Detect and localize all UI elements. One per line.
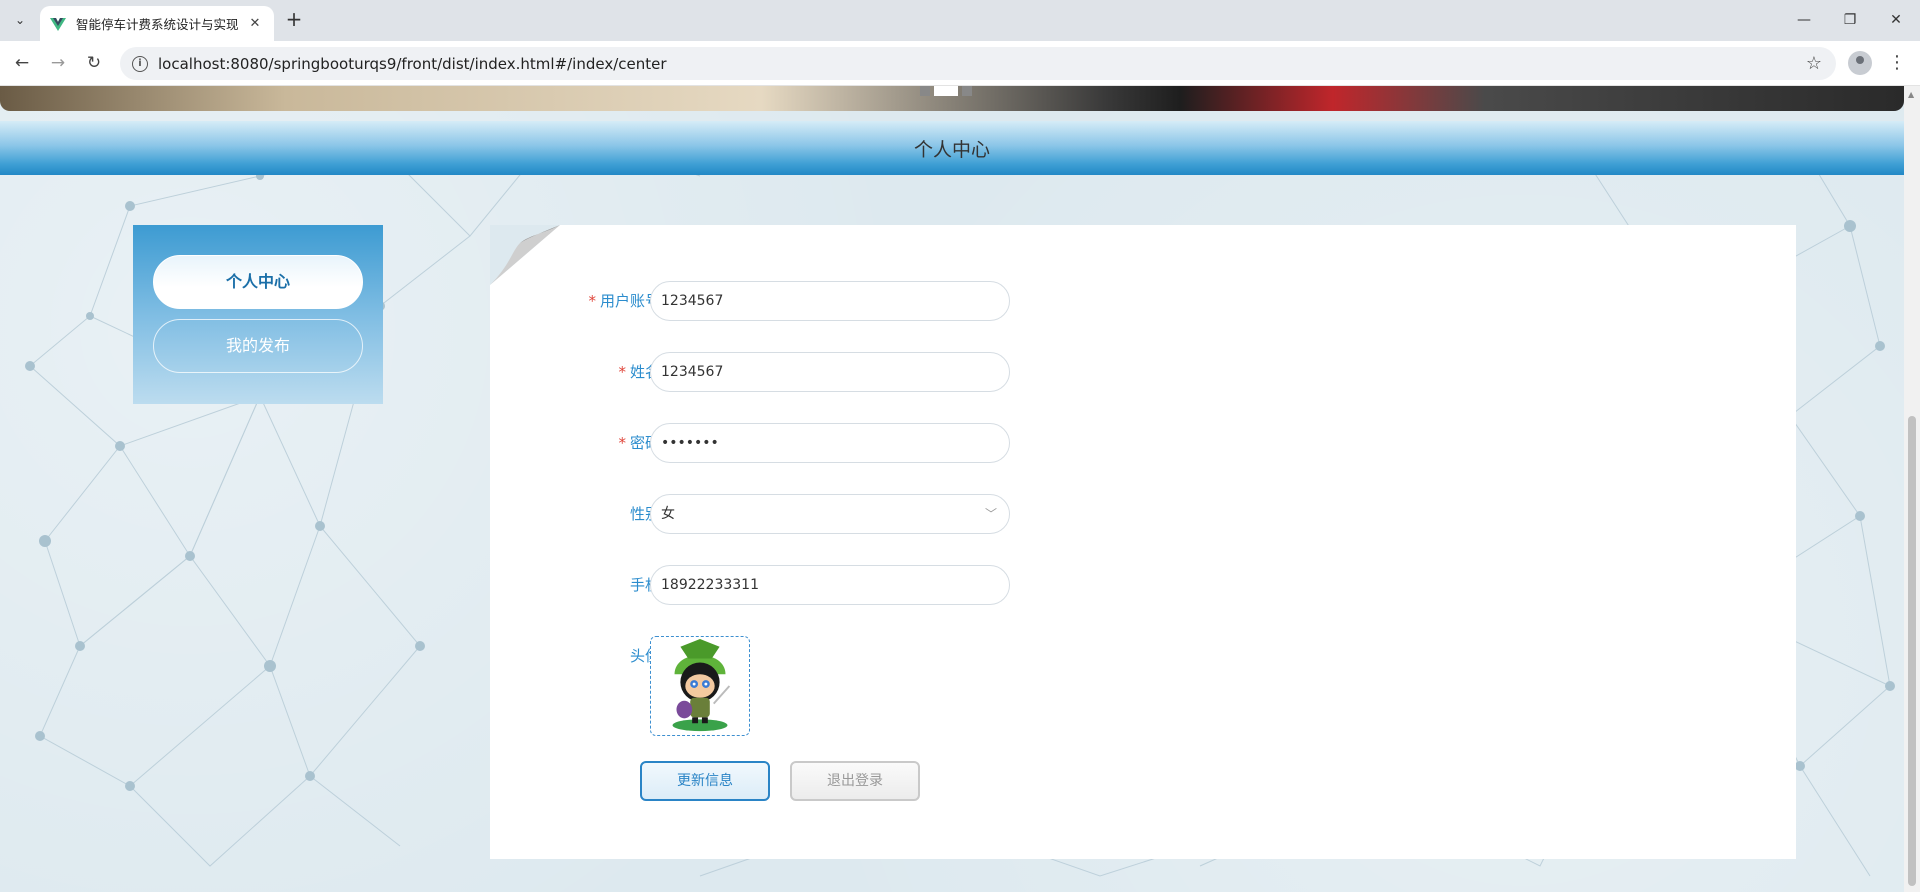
sidebar: 个人中心 我的发布 (133, 225, 383, 404)
window-close-icon[interactable]: ✕ (1884, 9, 1908, 31)
browser-tab[interactable]: 智能停车计费系统设计与实现 ✕ (40, 6, 274, 41)
name-input[interactable] (650, 352, 1010, 392)
browser-menu-icon[interactable]: ⋮ (1888, 51, 1906, 75)
phone-input[interactable] (650, 565, 1010, 605)
account-input[interactable] (650, 281, 1010, 321)
form-row-avatar: 头像 (490, 636, 1010, 736)
bookmark-star-icon[interactable]: ☆ (1806, 53, 1822, 74)
profile-form-panel: *用户账号 *姓名 *密码 ••••••• 性别 女 ﹀ 手机 头像 (490, 225, 1796, 859)
form-row-password: * 密码 ••••••• (490, 423, 1010, 463)
form-actions: 更新信息 退出登录 (490, 761, 1190, 801)
carousel-indicators (920, 86, 972, 96)
carousel-dot[interactable] (920, 86, 930, 96)
minimize-icon[interactable]: — (1792, 9, 1816, 31)
url-field[interactable]: i localhost:8080/springbooturqs9/front/d… (120, 47, 1836, 80)
logout-button[interactable]: 退出登录 (790, 761, 920, 801)
page-title: 个人中心 (913, 138, 990, 161)
avatar-upload[interactable] (650, 636, 750, 736)
form-row-account: * 用户账号 (490, 281, 1010, 321)
back-icon[interactable]: ← (10, 51, 34, 75)
tab-close-icon[interactable]: ✕ (246, 16, 264, 31)
url-text: localhost:8080/springbooturqs9/front/dis… (158, 54, 667, 73)
scrollbar-thumb[interactable] (1908, 416, 1916, 886)
page-curl-decoration (490, 225, 560, 285)
password-input[interactable]: ••••••• (650, 423, 1010, 463)
form-row-phone: 手机 (490, 565, 1010, 605)
new-tab-icon[interactable]: + (282, 9, 306, 31)
profile-avatar-icon[interactable] (1848, 51, 1872, 75)
address-bar: ← → ↻ i localhost:8080/springbooturqs9/f… (0, 41, 1920, 86)
sidebar-item-my-posts[interactable]: 我的发布 (153, 319, 363, 373)
page-content: 个人中心 个人中心 我的发布 *用户账号 *姓名 *密码 ••••••• 性别 (0, 86, 1904, 892)
vue-logo-icon (50, 17, 66, 31)
gender-select[interactable]: 女 ﹀ (650, 494, 1010, 534)
carousel-dot[interactable] (962, 86, 972, 96)
section-header: 个人中心 (0, 121, 1904, 175)
site-info-icon[interactable]: i (132, 55, 148, 72)
browser-tab-strip: ⌄ 智能停车计费系统设计与实现 ✕ + — ❐ ✕ (0, 0, 1920, 41)
required-mark: * (618, 363, 626, 381)
carousel-dot-active[interactable] (934, 86, 958, 96)
sidebar-item-profile[interactable]: 个人中心 (153, 255, 363, 309)
forward-icon[interactable]: → (46, 51, 70, 75)
scroll-up-icon[interactable]: ▲ (1908, 90, 1914, 99)
update-info-button[interactable]: 更新信息 (640, 761, 770, 801)
required-mark: * (618, 434, 626, 452)
carousel-banner (0, 86, 1904, 111)
required-mark: * (588, 292, 596, 310)
reload-icon[interactable]: ↻ (82, 51, 106, 75)
restore-icon[interactable]: ❐ (1838, 9, 1862, 31)
tab-search-icon[interactable]: ⌄ (8, 9, 32, 31)
tab-title: 智能停车计费系统设计与实现 (76, 17, 239, 32)
chevron-down-icon: ﹀ (984, 507, 997, 521)
avatar-image (672, 638, 731, 732)
form-row-gender: 性别 女 ﹀ (490, 494, 1010, 534)
page-scrollbar[interactable]: ▲ (1904, 86, 1920, 892)
form-row-name: * 姓名 (490, 352, 1010, 392)
gender-value: 女 (661, 506, 675, 522)
